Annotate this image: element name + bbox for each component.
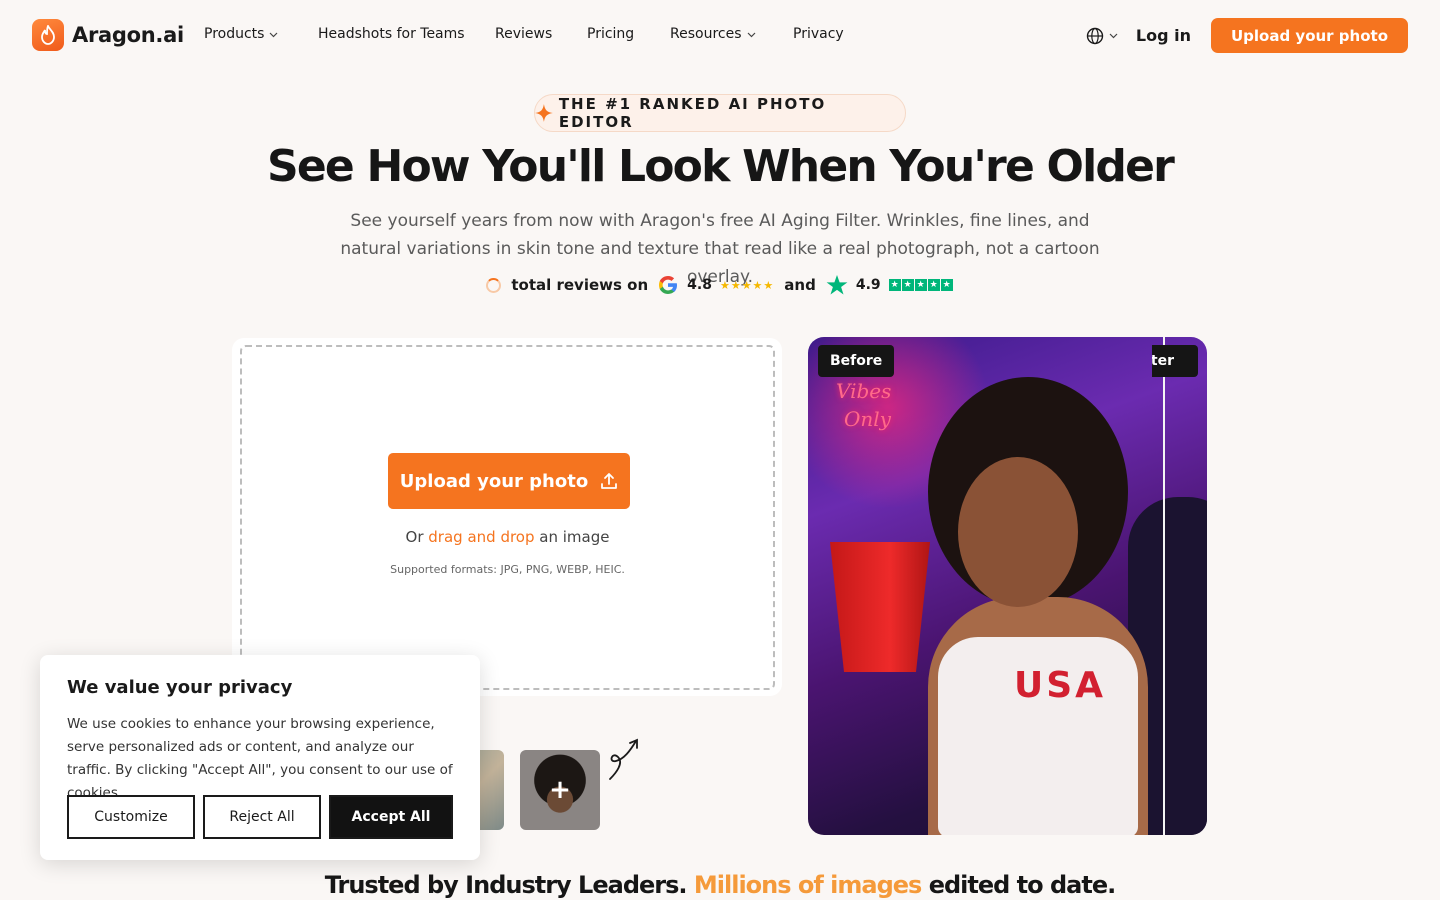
- ranked-badge: THE #1 RANKED AI PHOTO EDITOR: [534, 94, 906, 132]
- after-label: After: [1152, 345, 1198, 377]
- neon-sign: Vibes Only: [836, 379, 892, 431]
- sparkle-icon: [535, 104, 553, 122]
- google-icon: [659, 276, 678, 294]
- subject-face: [958, 457, 1078, 607]
- chevron-down-icon: [1109, 33, 1118, 39]
- trustpilot-stars-icon: ★ ★ ★ ★ ★: [888, 279, 953, 291]
- nav-products[interactable]: Products: [204, 26, 318, 42]
- cookie-accept-button[interactable]: Accept All: [329, 795, 453, 839]
- plus-icon: +: [549, 775, 571, 805]
- brand-logo[interactable]: Aragon.ai: [32, 19, 184, 51]
- google-score: 4.8: [687, 277, 712, 293]
- cookie-body: We use cookies to enhance your browsing …: [67, 716, 453, 801]
- red-cup: [830, 542, 930, 672]
- cookie-title: We value your privacy: [67, 677, 293, 698]
- cookie-reject-button[interactable]: Reject All: [203, 795, 321, 839]
- google-stars-icon: ★★★★★: [719, 278, 775, 292]
- page-title: See How You'll Look When You're Older: [266, 141, 1175, 192]
- drag-drop-link[interactable]: drag and drop: [428, 528, 534, 546]
- drag-drop-text: Or drag and drop an image: [405, 528, 610, 546]
- nav-privacy[interactable]: Privacy: [793, 26, 844, 42]
- shirt-text: USA: [1014, 665, 1107, 706]
- trustpilot-star-icon: [826, 275, 848, 295]
- login-link[interactable]: Log in: [1136, 26, 1191, 45]
- before-after-preview[interactable]: Vibes Only USA Before After: [808, 337, 1207, 835]
- arrow-squiggle-icon: [609, 738, 638, 780]
- supported-formats: Supported formats: JPG, PNG, WEBP, HEIC.: [390, 563, 625, 576]
- upload-icon: [601, 473, 618, 489]
- review-summary: total reviews on 4.8 ★★★★★ and 4.9 ★ ★ ★ ★ ★: [0, 274, 1440, 296]
- reviews-prefix: total reviews on: [511, 276, 649, 294]
- cookie-banner: We value your privacy We use cookies to …: [40, 655, 480, 860]
- nav-upload-button[interactable]: Upload your photo: [1210, 18, 1408, 53]
- trustpilot-score: 4.9: [855, 277, 881, 293]
- comparison-slider[interactable]: [1163, 337, 1165, 835]
- cookie-customize-button[interactable]: Customize: [67, 795, 195, 839]
- brand-name: Aragon.ai: [72, 23, 184, 47]
- before-label: Before: [818, 345, 895, 377]
- sample-photo-add[interactable]: +: [520, 750, 600, 830]
- trusted-heading: Trusted by Industry Leaders. Millions of…: [324, 871, 1116, 899]
- chevron-down-icon: [747, 32, 755, 37]
- nav-pricing[interactable]: Pricing: [587, 26, 670, 42]
- nav-headshots-for-teams[interactable]: Headshots for Teams: [318, 26, 495, 42]
- upload-card: Upload your photo Or drag and drop an im…: [232, 338, 782, 696]
- globe-icon: [1086, 27, 1104, 44]
- upload-photo-button[interactable]: Upload your photo: [388, 453, 630, 509]
- flame-icon: [32, 19, 64, 51]
- reviews-and: and: [784, 276, 816, 294]
- loading-spinner-icon: [486, 277, 502, 293]
- nav-reviews[interactable]: Reviews: [495, 26, 587, 42]
- nav-resources[interactable]: Resources: [670, 26, 793, 42]
- top-nav: Aragon.ai Products Headshots for Teams R…: [0, 0, 1440, 72]
- chevron-down-icon: [270, 32, 278, 37]
- language-selector[interactable]: [1086, 27, 1118, 45]
- drop-zone[interactable]: Upload your photo Or drag and drop an im…: [240, 345, 775, 690]
